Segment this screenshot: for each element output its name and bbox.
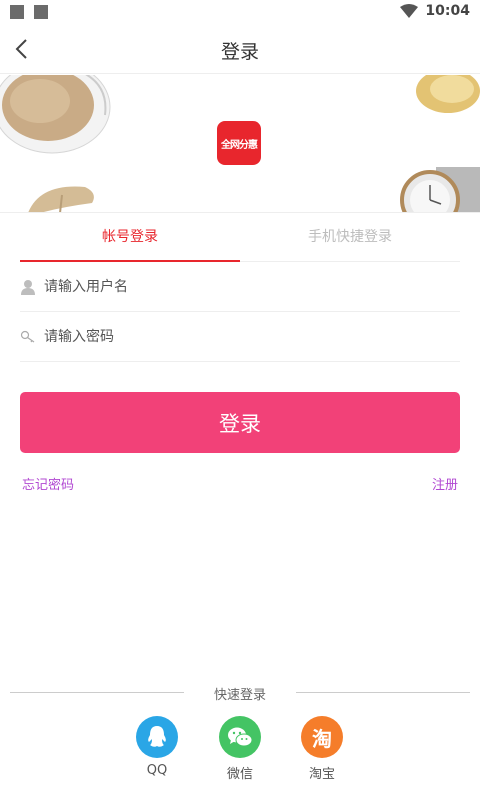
password-input[interactable]	[44, 322, 444, 352]
wechat-label: 微信	[226, 767, 253, 782]
username-field-row	[20, 262, 460, 312]
app-logo-text: 全网分惠	[221, 139, 258, 151]
login-tabs: 帐号登录 手机快捷登录	[20, 214, 460, 262]
taobao-login-button[interactable]: 淘 淘宝	[292, 716, 352, 782]
username-input[interactable]	[44, 272, 444, 302]
navbar: 登录	[0, 24, 480, 74]
forgot-password-link[interactable]: 忘记密码	[22, 474, 74, 493]
qq-login-button[interactable]: QQ	[127, 716, 187, 778]
divider	[10, 692, 184, 693]
user-icon	[21, 280, 35, 295]
notification-icon	[10, 5, 24, 19]
quick-login-title: 快速登录	[213, 688, 266, 703]
qq-icon	[136, 716, 178, 758]
quick-login-header: 快速登录	[0, 684, 480, 703]
taobao-label: 淘宝	[308, 767, 335, 782]
qq-label: QQ	[146, 763, 168, 778]
register-link[interactable]: 注册	[432, 474, 458, 493]
app-logo: 全网分惠	[217, 121, 261, 165]
status-time: 10:04	[425, 3, 470, 19]
wifi-icon	[400, 4, 418, 18]
password-field-row	[20, 312, 460, 362]
page-title: 登录	[220, 41, 259, 63]
banner: 全网分惠	[0, 75, 480, 213]
tab-phone-login[interactable]: 手机快捷登录	[240, 214, 460, 262]
key-icon	[20, 330, 35, 343]
wechat-login-button[interactable]: 微信	[210, 716, 270, 782]
tab-account-login[interactable]: 帐号登录	[20, 214, 240, 262]
wechat-icon	[219, 716, 261, 758]
divider	[296, 692, 470, 693]
status-bar: 10:04	[0, 0, 480, 24]
login-button[interactable]: 登录	[20, 392, 460, 453]
taobao-icon: 淘	[301, 716, 343, 758]
notification-icon	[34, 5, 48, 19]
